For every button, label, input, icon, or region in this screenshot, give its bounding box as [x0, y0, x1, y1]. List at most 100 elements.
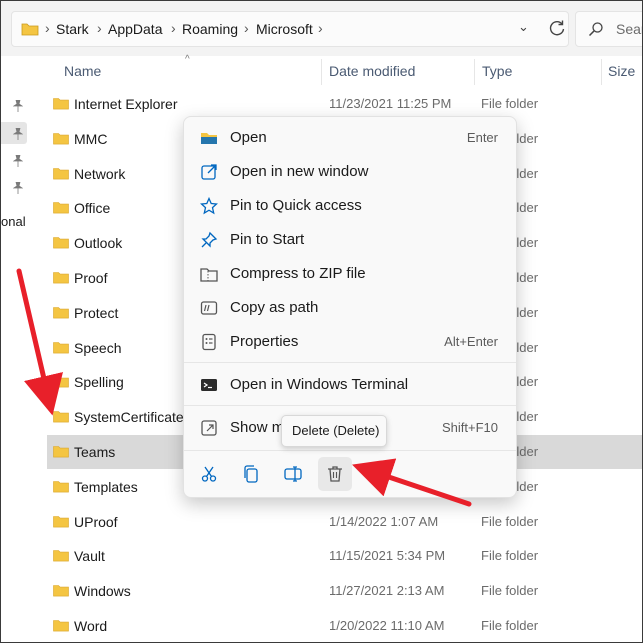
pin-icon — [13, 182, 23, 194]
folder-icon — [53, 237, 69, 249]
address-toolbar: › Stark › AppData › Roaming › Microsoft … — [1, 1, 642, 56]
file-date-modified: 11/23/2021 11:25 PM — [329, 96, 452, 111]
column-header-type[interactable]: Type — [482, 63, 512, 79]
sort-ascending-icon: ^ — [185, 54, 190, 65]
folder-icon — [53, 411, 69, 423]
terminal-icon — [201, 379, 217, 391]
folder-icon — [201, 133, 217, 144]
address-bar[interactable]: › Stark › AppData › Roaming › Microsoft … — [11, 11, 569, 47]
menu-item-label: Compress to ZIP file — [230, 265, 366, 282]
breadcrumb-appdata[interactable]: AppData — [108, 21, 162, 37]
column-divider[interactable] — [321, 59, 322, 85]
chevron-right-icon[interactable]: › — [97, 20, 102, 36]
folder-icon — [53, 272, 69, 284]
menu-separator — [184, 450, 516, 451]
folder-icon — [53, 167, 69, 179]
properties-icon — [202, 333, 216, 351]
menu-item-label: Show m — [230, 419, 285, 436]
copy-path-icon — [200, 301, 218, 315]
folder-icon — [53, 446, 69, 458]
column-header-size[interactable]: Size — [608, 63, 635, 79]
file-name: Teams — [74, 444, 116, 460]
copy-button[interactable] — [234, 457, 268, 491]
file-name: Spelling — [74, 374, 124, 391]
menu-item-open[interactable]: Open Enter — [184, 121, 516, 155]
chevron-right-icon[interactable]: › — [171, 20, 176, 36]
chevron-right-icon[interactable]: › — [45, 20, 50, 36]
folder-icon — [53, 585, 69, 597]
file-name: Network — [74, 165, 126, 182]
search-box[interactable]: Sear — [575, 11, 643, 47]
file-name: Outlook — [74, 235, 123, 252]
column-divider[interactable] — [474, 59, 475, 85]
pin-icon — [201, 231, 218, 248]
menu-item-open-terminal[interactable]: Open in Windows Terminal — [184, 368, 516, 402]
search-icon — [588, 22, 603, 37]
delete-button[interactable] — [318, 457, 352, 491]
menu-item-pin-quick-access[interactable]: Pin to Quick access — [184, 189, 516, 223]
menu-item-label: Open — [230, 129, 267, 146]
file-name: Vault — [74, 548, 105, 565]
menu-item-pin-to-start[interactable]: Pin to Start — [184, 223, 516, 257]
file-type: File folder — [481, 618, 539, 633]
chevron-right-icon[interactable]: › — [244, 20, 249, 36]
menu-item-properties[interactable]: Properties Alt+Enter — [184, 325, 516, 359]
file-name: UProof — [74, 513, 118, 530]
navigation-pane: onal — [1, 56, 33, 642]
file-row[interactable]: UProof 1/14/2022 1:07 AM File folder — [47, 505, 642, 539]
folder-icon — [53, 515, 69, 527]
star-icon — [200, 197, 218, 215]
zip-icon — [200, 268, 218, 282]
more-options-icon — [201, 420, 217, 436]
file-type: File folder — [481, 548, 539, 564]
file-name: Windows — [74, 583, 131, 600]
rename-icon — [284, 466, 302, 482]
nav-item-partial-label[interactable]: onal — [1, 214, 26, 229]
menu-item-shortcut: Alt+Enter — [444, 334, 498, 349]
file-type: File folder — [481, 583, 539, 599]
folder-icon — [53, 376, 69, 388]
cut-icon — [201, 466, 217, 482]
menu-separator — [184, 362, 516, 363]
delete-tooltip: Delete (Delete) — [281, 415, 387, 447]
file-name: MMC — [74, 130, 108, 147]
file-name: Internet Explorer — [74, 96, 178, 112]
column-header-date-modified[interactable]: Date modified — [329, 63, 415, 79]
breadcrumb-roaming[interactable]: Roaming — [182, 21, 238, 37]
copy-icon — [244, 465, 258, 483]
folder-icon — [53, 202, 69, 214]
file-row[interactable]: Windows 11/27/2021 2:13 AM File folder — [47, 574, 642, 608]
menu-item-copy-as-path[interactable]: Copy as path — [184, 291, 516, 325]
folder-icon — [53, 98, 69, 110]
file-row[interactable]: Vault 11/15/2021 5:34 PM File folder — [47, 539, 642, 573]
folder-icon — [53, 620, 69, 632]
menu-item-compress-zip[interactable]: Compress to ZIP file — [184, 257, 516, 291]
menu-item-open-new-window[interactable]: Open in new window — [184, 155, 516, 189]
file-name: Office — [74, 200, 111, 217]
search-placeholder: Sear — [616, 21, 643, 37]
breadcrumb-microsoft[interactable]: Microsoft — [256, 21, 313, 37]
rename-button[interactable] — [276, 457, 310, 491]
column-divider[interactable] — [601, 59, 602, 85]
file-date-modified: 11/15/2021 5:34 PM — [329, 548, 446, 564]
cut-button[interactable] — [192, 457, 226, 491]
file-name: Speech — [74, 339, 122, 356]
menu-item-label: Copy as path — [230, 299, 319, 316]
file-row[interactable]: Word 1/20/2022 11:10 AM File folder — [47, 609, 642, 642]
chevron-right-icon[interactable]: › — [318, 20, 323, 36]
delete-icon — [328, 466, 342, 482]
address-history-dropdown-icon[interactable]: ⌄ — [518, 19, 529, 35]
column-header-name[interactable]: Name — [64, 63, 101, 79]
file-name: Proof — [74, 270, 108, 286]
menu-separator — [184, 405, 516, 406]
menu-item-label: Pin to Quick access — [230, 197, 362, 214]
breadcrumb-stark[interactable]: Stark — [56, 21, 89, 37]
file-name: SystemCertificates — [74, 409, 191, 426]
folder-icon — [53, 132, 69, 145]
pin-icon — [13, 128, 23, 140]
open-new-window-icon — [201, 164, 217, 180]
menu-item-shortcut: Enter — [466, 130, 498, 145]
pin-icon — [13, 100, 23, 112]
tooltip-text: Delete (Delete) — [292, 423, 380, 438]
refresh-icon[interactable] — [546, 17, 568, 39]
